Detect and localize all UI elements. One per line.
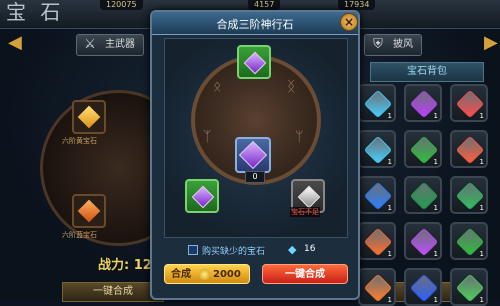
bag-slot-count: 1 xyxy=(433,112,438,120)
bag-slot-count: 1 xyxy=(479,296,484,304)
tab-cloak[interactable]: ⛨ 披风 xyxy=(364,34,422,56)
compose-dialog: 合成三阶神行石 × ᛟ ᛝ ᛉ ᛘ ᚦ 0 宝石不足 购买缺少的宝石 ◆ 16 xyxy=(150,10,360,300)
compose-button[interactable]: 合成 2000 xyxy=(164,264,250,284)
bag-slot-count: 1 xyxy=(387,158,392,166)
left-gem-label-yellow: 六阶黄宝石 xyxy=(62,137,97,145)
bag-slot[interactable]: 1 xyxy=(450,130,488,168)
resource-gold: 120075 xyxy=(100,0,143,10)
yellow-gem-icon xyxy=(77,105,101,129)
previous-arrow-icon[interactable]: ◀ xyxy=(8,34,22,52)
bag-slot-count: 1 xyxy=(479,158,484,166)
bag-slot[interactable]: 1 xyxy=(450,176,488,214)
bag-slot[interactable]: 1 xyxy=(450,84,488,122)
dialog-header: 合成三阶神行石 × xyxy=(152,12,358,35)
bag-slot-count: 1 xyxy=(387,296,392,304)
resource-diamond: 4157 xyxy=(248,0,281,10)
bag-slot[interactable]: 1 xyxy=(404,268,442,306)
bag-slot-count: 1 xyxy=(387,204,392,212)
left-gem-slot-yellow[interactable] xyxy=(72,100,106,134)
purple-gem-icon xyxy=(191,185,215,209)
compose-button-label: 合成 xyxy=(171,269,191,280)
bag-slot-count: 1 xyxy=(433,204,438,212)
bag-slot-count: 1 xyxy=(479,204,484,212)
rune-glyph: ᛝ xyxy=(287,79,296,95)
tab-cloak-label: 披风 xyxy=(393,39,413,50)
rune-glyph: ᛘ xyxy=(295,129,304,145)
cloak-icon: ⛨ xyxy=(373,37,383,52)
left-one-click-button[interactable]: 一键合成 xyxy=(62,282,164,302)
bag-slot[interactable]: 1 xyxy=(450,268,488,306)
bag-slot[interactable]: 1 xyxy=(358,130,396,168)
compose-panel: ᛟ ᛝ ᛉ ᛘ ᚦ 0 xyxy=(164,38,348,238)
gem-bag-grid: 1 1 1 1 1 1 1 1 1 1 1 1 1 1 1 xyxy=(348,84,500,306)
bag-slot[interactable]: 1 xyxy=(358,268,396,306)
combat-power: 战力: 12 xyxy=(98,258,152,273)
gold-coin-icon xyxy=(199,269,210,280)
bag-slot-count: 1 xyxy=(479,250,484,258)
rune-glyph: ᛟ xyxy=(213,79,222,95)
sword-icon: ⚔ xyxy=(84,37,96,52)
result-gem-icon xyxy=(238,140,268,170)
bag-slot[interactable]: 1 xyxy=(358,176,396,214)
purple-gem-icon xyxy=(243,51,267,75)
result-count: 0 xyxy=(245,171,265,183)
bag-slot[interactable]: 1 xyxy=(404,176,442,214)
bag-slot[interactable]: 1 xyxy=(358,222,396,260)
material-slot-top[interactable] xyxy=(237,45,271,79)
bag-slot-count: 1 xyxy=(433,296,438,304)
result-slot[interactable] xyxy=(235,137,271,173)
gold-cost: 2000 xyxy=(213,269,241,280)
one-click-compose-button[interactable]: 一键合成 xyxy=(262,264,348,284)
screen-title: 宝 石 xyxy=(6,0,65,24)
bag-slot[interactable]: 1 xyxy=(404,130,442,168)
bag-slot[interactable]: 1 xyxy=(404,222,442,260)
bag-slot[interactable]: 1 xyxy=(358,84,396,122)
resource-energy: 17934 xyxy=(338,0,376,10)
left-gem-slot-orange[interactable] xyxy=(72,194,106,228)
orange-gem-icon xyxy=(77,199,101,223)
bag-slot[interactable]: 1 xyxy=(404,84,442,122)
tab-main-weapon-label: 主武器 xyxy=(105,39,135,50)
bag-slot-count: 1 xyxy=(433,158,438,166)
bag-slot-count: 1 xyxy=(387,250,392,258)
diamond-cost: 16 xyxy=(304,244,316,254)
rune-glyph: ᛉ xyxy=(203,129,212,145)
material-slot-left[interactable] xyxy=(185,179,219,213)
bag-slot[interactable]: 1 xyxy=(450,222,488,260)
bag-slot-count: 1 xyxy=(433,250,438,258)
close-icon[interactable]: × xyxy=(340,13,358,31)
bag-slot-count: 1 xyxy=(479,112,484,120)
buy-missing-label: 购买缺少的宝石 xyxy=(202,247,266,257)
white-gem-icon xyxy=(297,185,321,209)
left-gem-label-blue: 六阶蓝宝石 xyxy=(62,231,97,239)
tab-main-weapon[interactable]: ⚔ 主武器 xyxy=(76,34,144,56)
dialog-title: 合成三阶神行石 xyxy=(216,18,294,31)
bag-slot-count: 1 xyxy=(387,112,392,120)
buy-missing-checkbox[interactable] xyxy=(188,245,198,255)
gem-bag-title: 宝石背包 xyxy=(370,62,484,82)
next-arrow-icon[interactable]: ▶ xyxy=(484,34,498,52)
diamond-icon: ◆ xyxy=(288,243,297,256)
insufficient-gems-label: 宝石不足 xyxy=(290,207,320,217)
